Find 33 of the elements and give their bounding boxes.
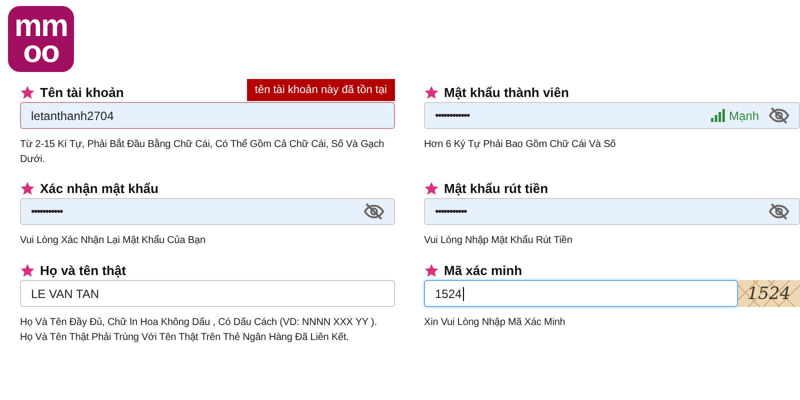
field-hint: Từ 2-15 Kí Tự, Phải Bắt Đầu Bằng Chữ Cái, Có Thể Gồm Cả Chữ Cái, Số Và Gạch Dưới.: [20, 137, 386, 167]
strength-label: Mạnh: [728, 108, 759, 122]
field-label: Mật khẩu rút tiền: [444, 180, 548, 196]
field-label: Mã xác minh: [444, 262, 522, 278]
field-hint: Hơn 6 Ký Tự Phải Bao Gồm Chữ Cái Và Số: [424, 138, 617, 152]
signal-bars-icon: [710, 109, 725, 122]
field-hint: Vui Lòng Xác Nhận Lại Mật Khẩu Của Bạn: [20, 234, 206, 248]
field-value: •••••••••••: [435, 206, 466, 218]
field-label: Tên tài khoản: [40, 84, 124, 100]
field-hint: Xin Vui Lòng Nhập Mã Xác Minh: [424, 316, 566, 330]
field-value: 1524: [435, 286, 462, 300]
eye-slash-icon[interactable]: [364, 203, 384, 220]
field-value: ••••••••••••: [435, 110, 470, 122]
field-hint: Họ Và Tên Đầy Đủ, Chữ In Hoa Không Dấu , Có Dấu Cách (VD: NNNN XXX YY ). Họ Và Tên Thật Phải Trùng Với Tên Thật Trên Thẻ Ngân Hàng Đã Liên Kết.: [20, 316, 378, 345]
captcha-image[interactable]: 1524: [738, 280, 800, 307]
logo-text: oo: [23, 39, 59, 65]
input-field[interactable]: •••••••••••• Mạnh: [424, 102, 800, 129]
field-value: letanthanh2704: [31, 108, 114, 122]
input-field[interactable]: 1524: [424, 280, 738, 307]
field-value: •••••••••••: [31, 206, 62, 218]
field-hint: Vui Lòng Nhập Mật Khẩu Rút Tiền: [424, 234, 574, 248]
eye-slash-icon[interactable]: [769, 107, 789, 124]
field-value: LE VAN TAN: [31, 286, 100, 300]
field-label: Mật khẩu thành viên: [444, 84, 569, 100]
input-field[interactable]: •••••••••••: [424, 198, 800, 225]
input-field[interactable]: •••••••••••: [20, 198, 395, 225]
input-field[interactable]: LE VAN TAN: [20, 280, 395, 307]
error-tooltip: tên tài khoản này đã tồn tại: [246, 79, 395, 101]
logo-text: mm: [14, 13, 68, 39]
field-label: Họ và tên thật: [40, 262, 126, 278]
eye-slash-icon[interactable]: [769, 203, 789, 220]
input-field[interactable]: letanthanh2704: [20, 102, 395, 129]
field-label: Xác nhận mật khẩu: [40, 180, 158, 196]
